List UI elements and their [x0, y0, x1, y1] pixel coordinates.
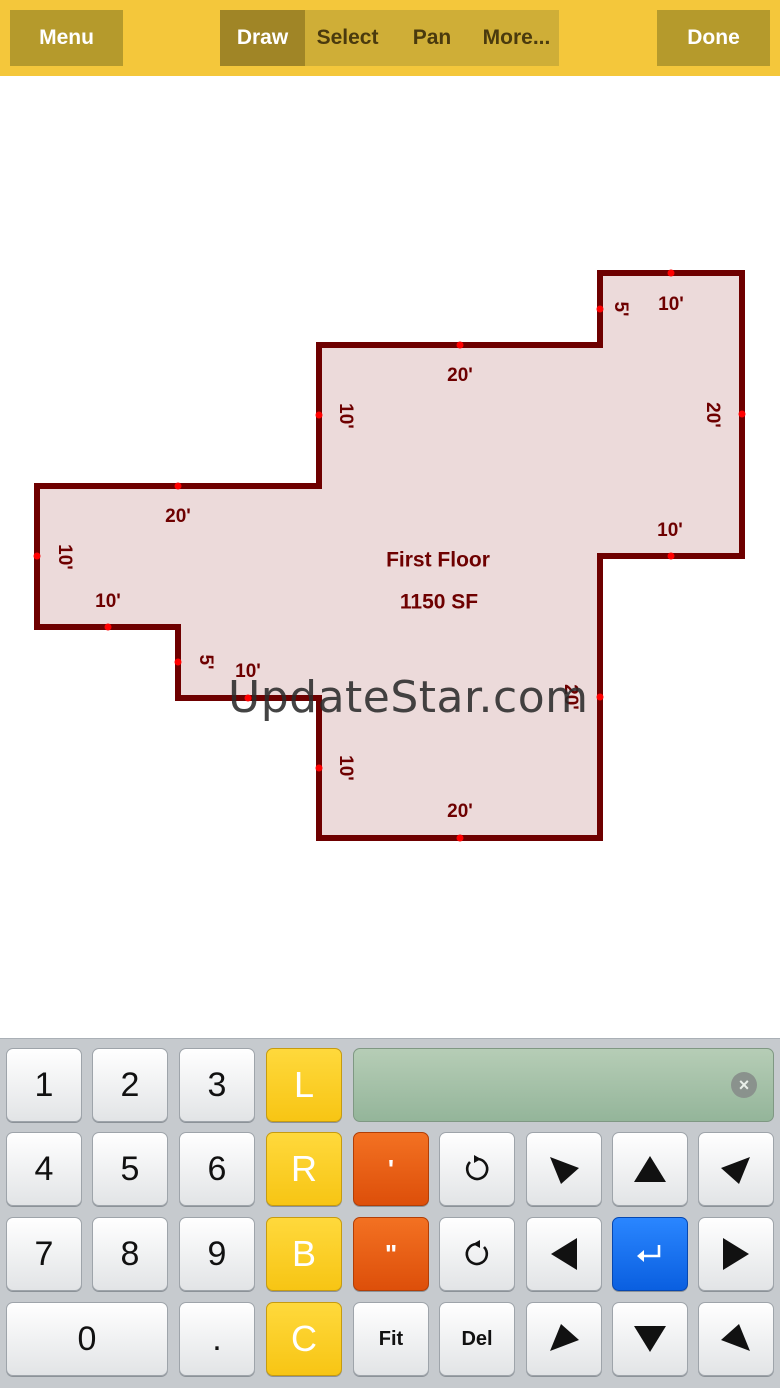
key-9[interactable]: 9 [179, 1217, 255, 1291]
key-decimal[interactable]: . [179, 1302, 255, 1376]
key-1[interactable]: 1 [6, 1048, 82, 1122]
enter-button[interactable] [612, 1217, 688, 1291]
watermark: UpdateStar.com [228, 672, 589, 723]
menu-button[interactable]: Menu [10, 10, 123, 66]
room-area: 1150 SF [400, 591, 478, 614]
drawing-canvas[interactable]: 5' 10' 20' 10' 20' 20' 10' 10' 10' 5' 10… [0, 76, 780, 1038]
key-8[interactable]: 8 [92, 1217, 168, 1291]
dim-label-top-right: 10' [658, 294, 684, 315]
dim-label-right-notch-vertical: 5' [610, 301, 631, 316]
arrow-left-button[interactable] [526, 1217, 602, 1291]
key-7[interactable]: 7 [6, 1217, 82, 1291]
arrow-left-icon [551, 1238, 577, 1270]
dim-label-left-vertical: 10' [54, 544, 75, 570]
tab-draw[interactable]: Draw [220, 10, 305, 66]
arrow-down-icon [634, 1326, 666, 1352]
rotate-ccw-button[interactable] [439, 1132, 515, 1206]
arrow-right-button[interactable] [698, 1217, 774, 1291]
key-0[interactable]: 0 [6, 1302, 168, 1376]
key-feet[interactable]: ' [353, 1132, 429, 1206]
arrow-right-icon [723, 1238, 749, 1270]
key-2[interactable]: 2 [92, 1048, 168, 1122]
tab-more[interactable]: More... [474, 10, 559, 66]
tab-select[interactable]: Select [305, 10, 390, 66]
top-toolbar: Menu Draw Select Pan More... Done [0, 0, 780, 76]
rotate-cw-button[interactable] [439, 1217, 515, 1291]
dim-label-left-bottom: 10' [95, 591, 121, 612]
delete-button[interactable]: Del [439, 1302, 515, 1376]
key-3[interactable]: 3 [179, 1048, 255, 1122]
arrow-up-button[interactable] [612, 1132, 688, 1206]
key-6[interactable]: 6 [179, 1132, 255, 1206]
key-back[interactable]: B [266, 1217, 342, 1291]
tab-pan[interactable]: Pan [390, 10, 474, 66]
arrow-up-right-icon [550, 1324, 579, 1351]
clear-icon[interactable]: × [731, 1072, 757, 1098]
arrow-down-right-icon [550, 1157, 579, 1184]
dim-label-upper-left-vertical: 10' [335, 403, 356, 429]
arrow-up-left-icon [721, 1324, 750, 1351]
dim-label-left-top: 20' [165, 506, 191, 527]
key-5[interactable]: 5 [92, 1132, 168, 1206]
mode-segmented-control: Draw Select Pan More... [220, 10, 559, 66]
enter-icon [637, 1245, 661, 1262]
dim-label-top-middle: 20' [447, 365, 473, 386]
arrow-down-right-button[interactable] [526, 1132, 602, 1206]
key-close[interactable]: C [266, 1302, 342, 1376]
arrow-up-left-button[interactable] [698, 1302, 774, 1376]
dim-label-bottom: 20' [447, 801, 473, 822]
key-4[interactable]: 4 [6, 1132, 82, 1206]
floor-plan: 5' 10' 20' 10' 20' 20' 10' 10' 10' 5' 10… [33, 269, 746, 842]
key-left[interactable]: L [266, 1048, 342, 1122]
rotate-cw-icon [465, 1240, 489, 1266]
dim-label-left-notch-vertical: 5' [195, 654, 216, 669]
room-name: First Floor [386, 549, 490, 572]
arrow-down-left-icon [721, 1157, 750, 1184]
dim-label-right-vertical: 20' [702, 402, 723, 428]
arrow-up-icon [634, 1156, 666, 1182]
fit-button[interactable]: Fit [353, 1302, 429, 1376]
rotate-ccw-icon [465, 1155, 489, 1181]
done-button[interactable]: Done [657, 10, 770, 66]
dim-label-right-inner: 10' [657, 520, 683, 541]
arrow-down-button[interactable] [612, 1302, 688, 1376]
key-inches[interactable]: " [353, 1217, 429, 1291]
dim-label-bottom-left-vertical: 10' [335, 755, 356, 781]
dimension-display[interactable]: × [353, 1048, 774, 1122]
key-right[interactable]: R [266, 1132, 342, 1206]
arrow-up-right-button[interactable] [526, 1302, 602, 1376]
arrow-down-left-button[interactable] [698, 1132, 774, 1206]
